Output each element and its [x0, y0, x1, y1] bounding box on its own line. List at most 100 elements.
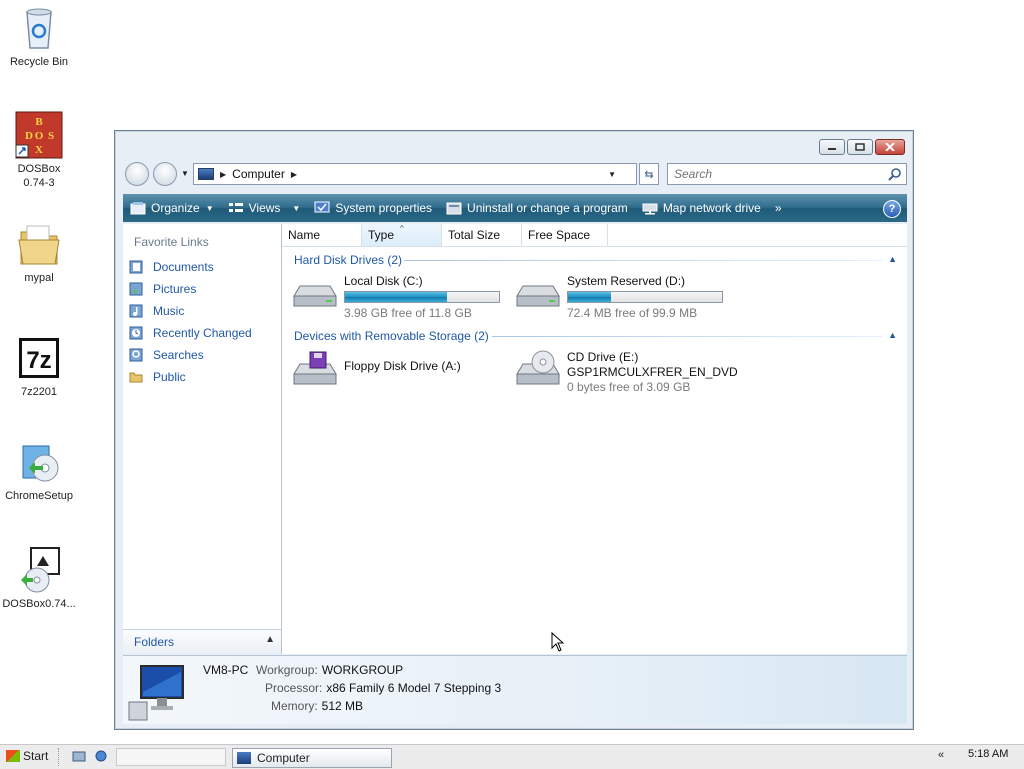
- title-bar[interactable]: [115, 131, 913, 161]
- chevron-down-icon: ▼: [292, 203, 301, 213]
- folder-icon: [15, 220, 63, 268]
- collapse-group-icon[interactable]: ▲: [888, 330, 897, 340]
- drive-item-a[interactable]: Floppy Disk Drive (A:): [290, 350, 461, 390]
- search-icon[interactable]: [888, 167, 902, 181]
- column-header-name[interactable]: Name: [282, 224, 362, 246]
- organize-label: Organize: [151, 201, 200, 215]
- favorite-link-documents[interactable]: Documents: [129, 260, 214, 274]
- favorite-link-pictures[interactable]: Pictures: [129, 282, 196, 296]
- system-properties-button[interactable]: System properties: [307, 194, 439, 222]
- back-button[interactable]: [125, 162, 149, 186]
- favorite-links-header: Favorite Links: [134, 235, 209, 249]
- breadcrumb-arrow-icon[interactable]: ▶: [291, 170, 297, 179]
- drive-item-c[interactable]: Local Disk (C:) 3.98 GB free of 11.8 GB: [290, 274, 500, 321]
- more-commands-button[interactable]: »: [768, 194, 789, 222]
- column-label: Name: [288, 228, 321, 242]
- favorite-link-public[interactable]: Public: [129, 370, 186, 384]
- column-header-total-size[interactable]: Total Size: [442, 224, 522, 246]
- folders-label: Folders: [134, 635, 175, 649]
- start-button[interactable]: Start: [6, 749, 48, 763]
- collapse-group-icon[interactable]: ▲: [888, 254, 897, 264]
- column-header-type[interactable]: ^ Type: [362, 224, 442, 246]
- desktop-icon-dosbox[interactable]: B D O S X DOSBox 0.74-3: [0, 111, 78, 190]
- favorite-link-searches[interactable]: Searches: [129, 348, 204, 362]
- help-button[interactable]: ?: [883, 200, 901, 218]
- map-drive-label: Map network drive: [662, 201, 761, 215]
- disk-usage-bar: [344, 291, 500, 303]
- file-list-pane[interactable]: Name ^ Type Total Size Free Space Hard D…: [282, 224, 907, 654]
- detail-row-processor: Processor: x86 Family 6 Model 7 Stepping …: [265, 681, 501, 695]
- views-button[interactable]: Views ▼: [221, 194, 308, 222]
- column-header-free-space[interactable]: Free Space: [522, 224, 608, 246]
- cd-drive-icon: [513, 350, 561, 390]
- folders-toggle[interactable]: Folders ▲: [123, 629, 281, 654]
- taskbar-button-computer[interactable]: Computer: [232, 748, 392, 768]
- help-icon: ?: [888, 203, 896, 215]
- drive-item-e[interactable]: CD Drive (E:) GSP1RMCULXFRER_EN_DVD 0 by…: [513, 350, 738, 395]
- close-icon: [885, 143, 895, 151]
- switch-windows-icon[interactable]: [94, 750, 108, 762]
- detail-value: 512 MB: [321, 699, 364, 713]
- maximize-button[interactable]: [847, 139, 873, 155]
- desktop-icon-7zip[interactable]: 7z 7z2201: [0, 334, 78, 399]
- show-hidden-icons-button[interactable]: «: [938, 749, 944, 761]
- breadcrumb-arrow-icon[interactable]: ▶: [220, 170, 226, 179]
- search-input[interactable]: [672, 166, 876, 182]
- drive-name: Floppy Disk Drive (A:): [344, 359, 461, 373]
- column-headers: Name ^ Type Total Size Free Space: [282, 224, 907, 247]
- views-icon: [228, 203, 243, 212]
- uninstall-program-button[interactable]: Uninstall or change a program: [439, 194, 635, 222]
- map-network-drive-button[interactable]: Map network drive: [635, 194, 768, 222]
- desktop-icon-chromesetup[interactable]: ChromeSetup: [0, 438, 78, 503]
- drive-free-space: 0 bytes free of 3.09 GB: [567, 380, 691, 394]
- start-label: Start: [23, 749, 49, 763]
- minimize-icon: [828, 148, 836, 150]
- breadcrumb-computer[interactable]: Computer: [232, 167, 285, 181]
- drive-free-space: 72.4 MB free of 99.9 MB: [567, 306, 698, 320]
- favorite-link-music[interactable]: Music: [129, 304, 184, 318]
- desktop-icon-label: ChromeSetup: [5, 490, 73, 502]
- desktop-icon-mypal[interactable]: mypal: [0, 220, 78, 285]
- forward-button[interactable]: [153, 162, 177, 186]
- quicklaunch-separator: [58, 748, 61, 766]
- mouse-cursor-icon: [551, 632, 565, 652]
- favorite-link-label: Searches: [153, 348, 204, 362]
- taskbar-button-label: Computer: [257, 751, 310, 765]
- explorer-window[interactable]: ▼ ▶ Computer ▶ ▼ ⇆ Organize ▼ Views: [114, 130, 914, 730]
- programs-icon: [446, 202, 462, 215]
- clock[interactable]: 5:18 AM: [968, 748, 1008, 760]
- desktop-icon-dosbox-installer[interactable]: DOSBox0.74...: [0, 546, 78, 611]
- disk-usage-bar: [567, 291, 723, 303]
- installer-icon: [15, 438, 63, 486]
- desktop-icon-label: Recycle Bin: [9, 56, 69, 68]
- minimize-button[interactable]: [819, 139, 845, 155]
- organize-button[interactable]: Organize ▼: [123, 194, 221, 222]
- history-dropdown-icon[interactable]: ▼: [181, 169, 189, 178]
- group-header-removable[interactable]: Devices with Removable Storage (2): [294, 329, 489, 343]
- address-dropdown-icon[interactable]: ▼: [608, 170, 616, 179]
- desktop-icon-label: 7z2201: [20, 386, 58, 398]
- search-box[interactable]: [667, 163, 907, 185]
- show-desktop-icon[interactable]: [72, 750, 86, 762]
- address-bar[interactable]: ▶ Computer ▶ ▼: [193, 163, 637, 185]
- drive-item-d[interactable]: System Reserved (D:) 72.4 MB free of 99.…: [513, 274, 723, 321]
- group-header-hard-disks[interactable]: Hard Disk Drives (2): [294, 253, 402, 267]
- close-button[interactable]: [875, 139, 905, 155]
- detail-key: Memory:: [271, 699, 318, 713]
- details-pane: VM8-PC Workgroup: WORKGROUP Processor: x86…: [123, 655, 907, 724]
- computer-icon: [237, 752, 251, 764]
- views-label: Views: [248, 201, 281, 215]
- drive-name: Local Disk (C:): [344, 274, 423, 288]
- desktop-icon-recycle-bin[interactable]: Recycle Bin: [0, 4, 78, 69]
- floppy-drive-icon: [290, 350, 338, 390]
- column-label: Type: [368, 228, 395, 242]
- sort-ascending-icon: ^: [400, 224, 404, 233]
- favorite-link-label: Public: [153, 370, 186, 384]
- windows-logo-icon: [6, 750, 20, 762]
- chevron-down-icon: ▼: [205, 203, 214, 213]
- detail-key: Workgroup:: [256, 663, 318, 677]
- svg-text:S: S: [48, 130, 54, 142]
- svg-text:D: D: [25, 130, 33, 142]
- favorite-link-recently-changed[interactable]: Recently Changed: [129, 326, 252, 340]
- refresh-button[interactable]: ⇆: [639, 163, 659, 185]
